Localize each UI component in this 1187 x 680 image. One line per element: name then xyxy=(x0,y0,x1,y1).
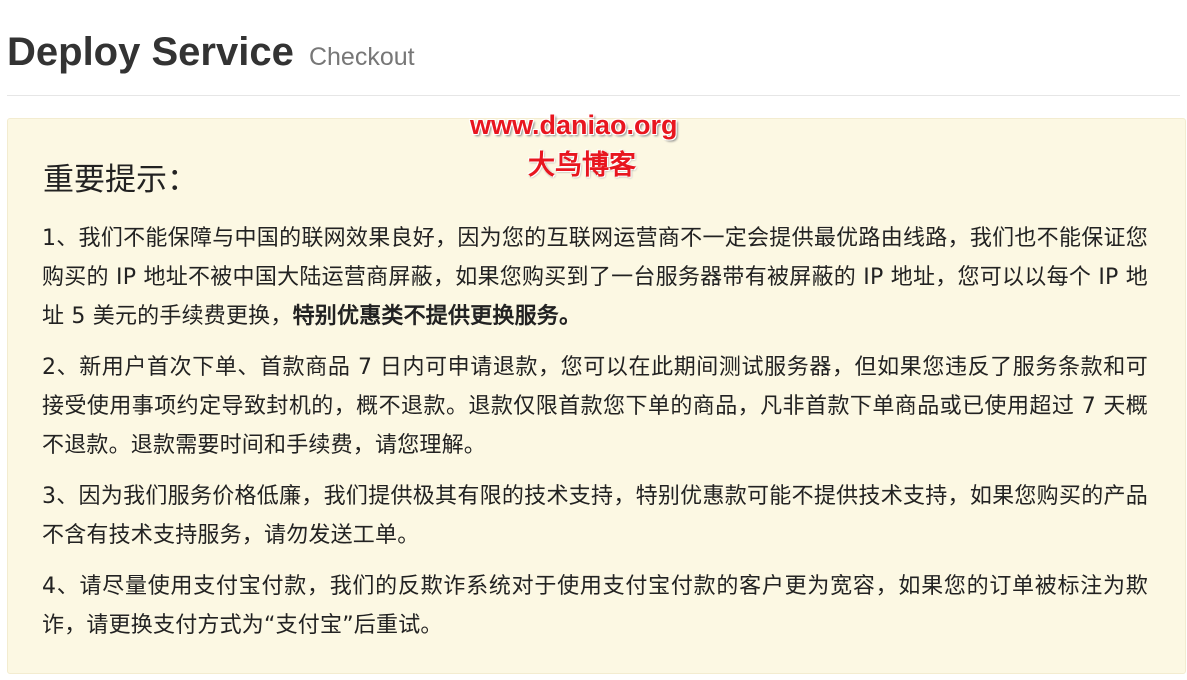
notice-item-emphasis: 特别优惠类不提供更换服务。 xyxy=(292,304,582,329)
page-title: Deploy Service Checkout xyxy=(7,28,415,81)
page-subtitle: Checkout xyxy=(308,43,415,71)
notice-item-text: 4、请尽量使用支付宝付款，我们的反欺诈系统对于使用支付宝付款的客户更为宽容，如果… xyxy=(42,574,1148,638)
watermark-name: 大鸟博客 xyxy=(528,150,636,181)
notice-item-4: 4、请尽量使用支付宝付款，我们的反欺诈系统对于使用支付宝付款的客户更为宽容，如果… xyxy=(42,567,1148,645)
watermark-url: www.daniao.org xyxy=(470,110,678,140)
page-header: Deploy Service Checkout xyxy=(7,0,1180,96)
notice-item-text: 1、我们不能保障与中国的联网效果良好，因为您的互联网运营商不一定会提供最优路由线… xyxy=(42,226,1148,329)
notice-item-text: 3、因为我们服务价格低廉，我们提供极其有限的技术支持，特别优惠款可能不提供技术支… xyxy=(42,484,1148,548)
notice-item-2: 2、新用户首次下单、首款商品 7 日内可申请退款，您可以在此期间测试服务器，但如… xyxy=(42,348,1148,465)
notice-title: 重要提示： xyxy=(43,162,198,198)
notice-list: 1、我们不能保障与中国的联网效果良好，因为您的互联网运营商不一定会提供最优路由线… xyxy=(42,219,1148,657)
notice-item-3: 3、因为我们服务价格低廉，我们提供极其有限的技术支持，特别优惠款可能不提供技术支… xyxy=(42,477,1148,555)
notice-item-1: 1、我们不能保障与中国的联网效果良好，因为您的互联网运营商不一定会提供最优路由线… xyxy=(42,219,1148,336)
page-title-text: Deploy Service xyxy=(7,30,294,74)
notice-item-text: 2、新用户首次下单、首款商品 7 日内可申请退款，您可以在此期间测试服务器，但如… xyxy=(42,355,1148,458)
